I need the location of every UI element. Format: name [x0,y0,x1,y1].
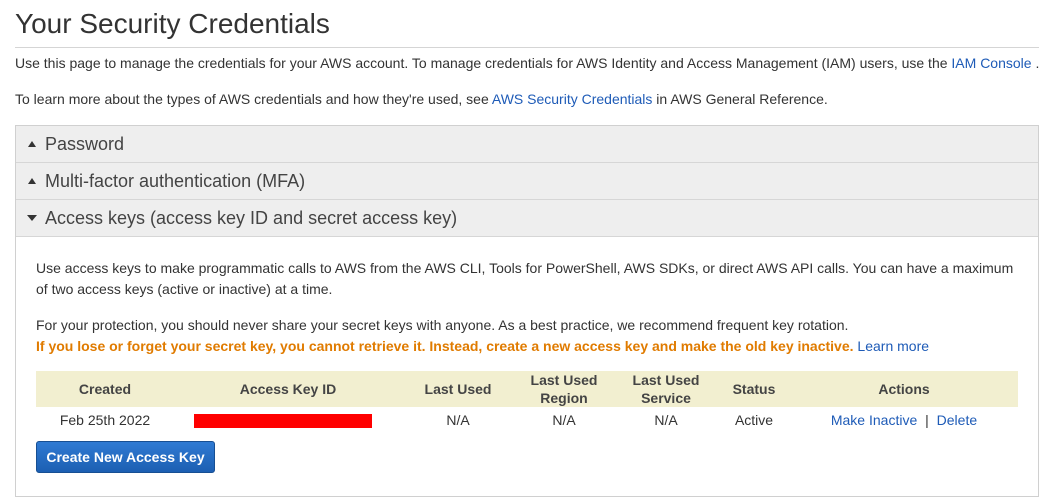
accordion-header-access-keys[interactable]: Access keys (access key ID and secret ac… [16,200,1038,237]
cell-access-key-id [174,407,402,433]
table-row: Feb 25th 2022 N/A N/A N/A Active Make In… [36,407,1018,433]
create-new-access-key-button[interactable]: Create New Access Key [36,441,215,473]
intro1-suffix: . [1031,55,1040,71]
col-last-used: Last Used [402,371,514,407]
expanded-caret-icon [26,215,38,221]
learn-more-link[interactable]: Learn more [857,338,929,354]
cell-last-used-service: N/A [654,412,678,428]
intro-paragraph-2: To learn more about the types of AWS cre… [15,91,828,107]
accordion-header-mfa[interactable]: Multi-factor authentication (MFA) [16,163,1038,200]
credentials-accordion: Password Multi-factor authentication (MF… [15,125,1039,497]
title-divider [15,47,1039,48]
collapsed-caret-icon [26,141,38,147]
col-created: Created [36,371,174,407]
delete-link[interactable]: Delete [937,412,977,428]
col-last-used-service: Last Used Service [614,371,718,407]
col-access-key-id: Access Key ID [174,371,402,407]
cell-last-used-region: N/A [552,412,576,428]
cell-status: Active [734,412,774,428]
col-actions: Actions [790,371,1018,407]
accordion-label-password: Password [45,133,125,154]
collapsed-caret-icon [26,178,38,184]
accordion-label-access-keys: Access keys (access key ID and secret ac… [45,207,458,228]
intro2-text: To learn more about the types of AWS cre… [15,91,492,107]
iam-console-link[interactable]: IAM Console [951,55,1031,71]
col-status: Status [718,371,790,407]
protection-text: For your protection, you should never sh… [36,317,849,333]
col-last-used-region: Last Used Region [514,371,614,407]
accordion-header-password[interactable]: Password [16,126,1038,163]
aws-security-credentials-link[interactable]: AWS Security Credentials [492,91,653,107]
cell-created: Feb 25th 2022 [59,412,151,428]
accordion-label-mfa: Multi-factor authentication (MFA) [45,170,306,191]
page-title: Your Security Credentials [15,8,330,39]
make-inactive-link[interactable]: Make Inactive [831,412,917,428]
redacted-access-key-id [194,414,372,429]
cell-actions: Make Inactive | Delete [790,407,1018,433]
cell-last-used: N/A [446,412,470,428]
access-keys-protection-note: For your protection, you should never sh… [36,315,1026,357]
access-keys-table: Created Access Key ID Last Used Last Use… [36,371,1018,433]
intro1-text: Use this page to manage the credentials … [15,55,952,71]
table-header-row: Created Access Key ID Last Used Last Use… [36,371,1018,407]
intro2-suffix: in AWS General Reference. [652,91,828,107]
access-keys-description: Use access keys to make programmatic cal… [36,260,1014,297]
actions-separator: | [925,412,929,428]
secret-key-warning: If you lose or forget your secret key, y… [36,338,854,354]
intro-paragraph-1: Use this page to manage the credentials … [15,55,1039,71]
